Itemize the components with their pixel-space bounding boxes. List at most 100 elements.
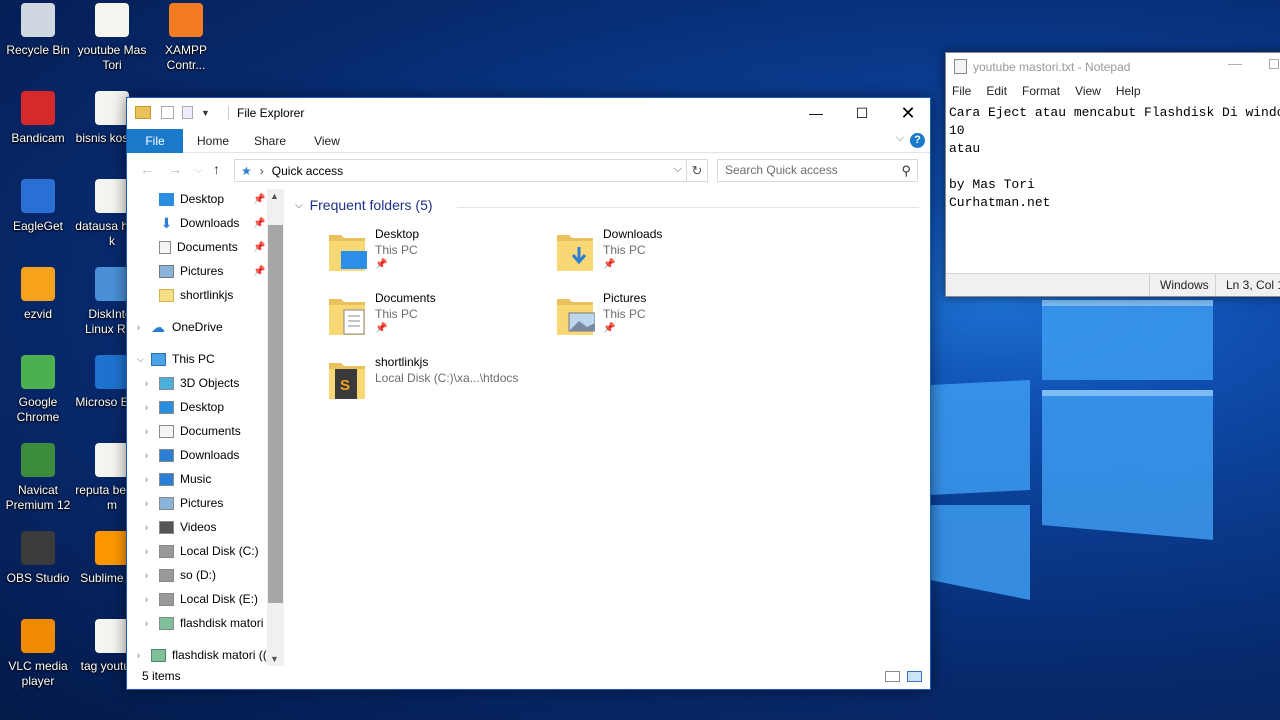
nav-pc-item[interactable]: › Documents (145, 420, 241, 442)
expand-arrow-icon[interactable]: › (145, 426, 148, 436)
folder-tile[interactable]: Sshortlinkjs Local Disk (C:)\xa...\htdocs (327, 355, 547, 411)
breadcrumb-arrow-icon[interactable]: › (260, 164, 264, 178)
tab-home[interactable]: Home (189, 129, 237, 153)
expand-arrow-icon[interactable]: › (145, 474, 148, 484)
nav-pc-item[interactable]: › Videos (145, 516, 216, 538)
desktop-shortcut[interactable]: Google Chrome (0, 355, 76, 425)
nav-pc-item[interactable]: › flashdisk matori (145, 612, 263, 634)
folder-tile[interactable]: Pictures This PC 📌 (555, 291, 775, 347)
nav-quick-pictures[interactable]: Pictures 📌 (159, 260, 265, 282)
nav-pc-item[interactable]: › so (D:) (145, 564, 216, 586)
properties-icon[interactable] (161, 106, 174, 119)
expand-arrow-icon[interactable]: › (145, 570, 148, 580)
menu-help[interactable]: Help (1116, 84, 1141, 98)
folder-icon (159, 288, 174, 302)
up-icon[interactable]: ↑ (213, 161, 220, 177)
nav-quick-documents[interactable]: Documents 📌 (159, 236, 265, 258)
desktop-shortcut[interactable]: XAMPP Contr... (148, 3, 224, 73)
desktop-shortcut[interactable]: Navicat Premium 12 (0, 443, 76, 513)
nav-pc-item[interactable]: › Desktop (145, 396, 224, 418)
expand-arrow-icon[interactable]: › (145, 546, 148, 556)
quick-access-toolbar: ▼ (135, 106, 210, 119)
nav-pc-item[interactable]: › Downloads (145, 444, 239, 466)
nav-quick-downloads[interactable]: ⬇ Downloads 📌 (159, 212, 266, 234)
notepad-window[interactable]: youtube mastori.txt - Notepad — File Edi… (945, 52, 1280, 297)
nav-this-pc[interactable]: ⌵ This PC (137, 348, 215, 370)
folder-tile[interactable]: Desktop This PC 📌 (327, 227, 547, 283)
address-bar[interactable]: ★ › Quick access ⌵ (234, 159, 687, 182)
nav-pc-item[interactable]: › Local Disk (C:) (145, 540, 259, 562)
tab-file[interactable]: File (127, 129, 183, 153)
large-icons-view-icon[interactable] (907, 671, 922, 682)
search-input[interactable]: Search Quick access ⚲ (717, 159, 918, 182)
sublime-icon (95, 531, 129, 565)
desktop-shortcut[interactable]: youtube Mas Tori (74, 3, 150, 73)
tab-share[interactable]: Share (245, 129, 295, 153)
obs-icon (21, 531, 55, 565)
close-button[interactable]: ✕ (885, 98, 931, 128)
menu-edit[interactable]: Edit (986, 84, 1007, 98)
expand-arrow-icon[interactable]: › (137, 650, 140, 660)
minimize-icon[interactable]: — (1228, 55, 1242, 71)
search-icon[interactable]: ⚲ (901, 160, 911, 181)
recent-locations-icon[interactable]: ⌵ (195, 165, 202, 176)
expand-arrow-icon[interactable]: › (145, 618, 148, 628)
desktop-shortcut[interactable]: Recycle Bin (0, 3, 76, 58)
back-icon[interactable]: ← (140, 161, 154, 177)
ribbon-tabs: File Home Share View ⌵ ? (127, 129, 930, 153)
menu-view[interactable]: View (1075, 84, 1101, 98)
pin-icon: 📌 (375, 323, 388, 334)
folder-tile[interactable]: Documents This PC 📌 (327, 291, 547, 347)
expand-ribbon-icon[interactable]: ⌵ (896, 132, 904, 145)
desktop-shortcut[interactable]: VLC media player (0, 619, 76, 689)
scroll-down-icon[interactable]: ▼ (270, 654, 279, 664)
nav-quick-shortlinkjs[interactable]: shortlinkjs (159, 284, 233, 306)
desktop-shortcut[interactable]: EagleGet (0, 179, 76, 234)
desktop-shortcut[interactable]: Bandicam (0, 91, 76, 146)
nav-onedrive[interactable]: › ☁ OneDrive (137, 316, 223, 338)
folder-name: Pictures (603, 291, 647, 305)
expand-arrow-icon[interactable]: › (137, 322, 140, 332)
desktop-shortcut[interactable]: ezvid (0, 267, 76, 322)
nav-label: Documents (180, 424, 241, 438)
notepad-text-area[interactable]: Cara Eject atau mencabut Flashdisk Di wi… (946, 102, 1280, 274)
nav-scrollbar[interactable]: ▲ ▼ (267, 189, 284, 666)
help-icon[interactable]: ? (910, 133, 925, 148)
desktop-shortcut[interactable]: OBS Studio (0, 531, 76, 586)
scroll-thumb[interactable] (268, 225, 283, 603)
collapse-arrow-icon[interactable]: ⌵ (137, 354, 144, 365)
frequent-folders-header[interactable]: ⌵ Frequent folders (5) (295, 197, 433, 213)
expand-arrow-icon[interactable]: › (145, 522, 148, 532)
nav-pc-item[interactable]: › Local Disk (E:) (145, 588, 258, 610)
expand-arrow-icon[interactable]: › (145, 450, 148, 460)
maximize-icon[interactable] (1269, 59, 1279, 69)
scroll-up-icon[interactable]: ▲ (270, 191, 279, 201)
minimize-button[interactable]: — (793, 98, 839, 128)
nav-quick-desktop[interactable]: Desktop 📌 (159, 188, 265, 210)
notepad-titlebar[interactable]: youtube mastori.txt - Notepad — (946, 53, 1280, 80)
forward-icon[interactable]: → (168, 161, 182, 177)
new-folder-icon[interactable] (182, 106, 193, 119)
tab-view[interactable]: View (303, 129, 351, 153)
nav-pc-item[interactable]: › 3D Objects (145, 372, 239, 394)
expand-arrow-icon[interactable]: › (145, 378, 148, 388)
nav-pc-item[interactable]: › Music (145, 468, 211, 490)
breadcrumb-quick-access[interactable]: Quick access (272, 164, 343, 178)
maximize-button[interactable]: ☐ (839, 98, 885, 128)
explorer-titlebar[interactable]: ▼ File Explorer — ☐ ✕ (127, 98, 930, 129)
expand-arrow-icon[interactable]: › (145, 498, 148, 508)
address-dropdown-icon[interactable]: ⌵ (674, 163, 682, 176)
folder-tile[interactable]: Downloads This PC 📌 (555, 227, 775, 283)
menu-format[interactable]: Format (1022, 84, 1060, 98)
expand-arrow-icon[interactable]: › (145, 594, 148, 604)
expand-arrow-icon[interactable]: › (145, 402, 148, 412)
details-view-icon[interactable] (885, 671, 900, 682)
chevron-down-icon[interactable]: ⌵ (295, 200, 303, 211)
menu-file[interactable]: File (952, 84, 971, 98)
file-explorer-window[interactable]: ▼ File Explorer — ☐ ✕ File Home Share Vi… (126, 97, 931, 690)
refresh-icon[interactable]: ↻ (687, 159, 708, 182)
nav-flashdisk-root[interactable]: › flashdisk matori (( (137, 644, 267, 666)
search-placeholder: Search Quick access (725, 163, 838, 177)
customize-toolbar-icon[interactable]: ▼ (201, 108, 210, 118)
nav-pc-item[interactable]: › Pictures (145, 492, 223, 514)
